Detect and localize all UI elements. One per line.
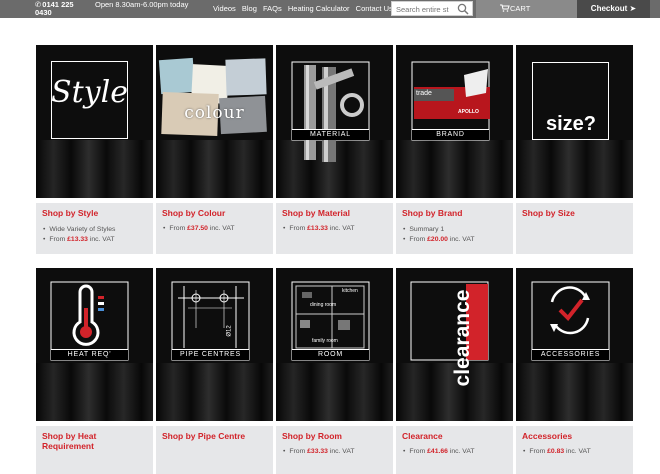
pipe-label: PIPE CENTRES	[180, 351, 241, 358]
pipe-dim-text: Ø12	[226, 325, 233, 337]
category-details: From £0.83 inc. VAT	[523, 447, 631, 457]
search-box	[391, 1, 473, 16]
accessories-label-bar: ACCESSORIES	[532, 349, 609, 360]
category-details: From £13.33 inc. VAT	[283, 224, 391, 234]
category-image-accessories[interactable]: ACCESSORIES	[516, 268, 633, 421]
phone-number[interactable]: ✆0141 225 0430	[35, 1, 83, 17]
category-info: Clearance From £41.66 inc. VAT	[396, 426, 513, 474]
category-info: Shop by Brand Summary 1 From £20.00 inc.…	[396, 203, 513, 254]
accessories-label: ACCESSORIES	[540, 351, 601, 358]
category-details: From £33.33 inc. VAT	[283, 447, 391, 457]
category-details: From £41.66 inc. VAT	[403, 447, 511, 457]
category-image-clearance[interactable]: clearance	[396, 268, 513, 421]
category-details: From £37.50 inc. VAT	[163, 224, 271, 234]
nav-videos[interactable]: Videos	[213, 4, 236, 13]
category-image-style[interactable]: Style	[36, 45, 153, 198]
search-input[interactable]	[396, 4, 458, 14]
category-info: Shop by Style Wide Variety of Styles Fro…	[36, 203, 153, 254]
category-image-room[interactable]: kitchen dining room family room ROOM	[276, 268, 393, 421]
category-link[interactable]: Shop by Heat Requirement	[42, 431, 150, 451]
brand-logos-image	[411, 61, 490, 141]
category-link[interactable]: Accessories	[522, 431, 630, 441]
style-script-text: Style	[51, 75, 128, 110]
category-link[interactable]: Clearance	[402, 431, 510, 441]
clearance-text: clearance	[451, 289, 474, 387]
category-info: Shop by Room From £33.33 inc. VAT	[276, 426, 393, 474]
checkout-label: Checkout	[590, 4, 628, 13]
category-link[interactable]: Shop by Size	[522, 208, 630, 218]
category-image-heat[interactable]: HEAT REQ'	[36, 268, 153, 421]
category-link[interactable]: Shop by Material	[282, 208, 390, 218]
search-icon[interactable]	[457, 3, 469, 15]
category-link[interactable]: Shop by Pipe Centre	[162, 431, 270, 441]
floorplan-icon	[291, 281, 370, 361]
category-info: Shop by Heat Requirement	[36, 426, 153, 474]
nav-heating-calculator[interactable]: Heating Calculator	[288, 4, 350, 13]
category-link[interactable]: Shop by Style	[42, 208, 150, 218]
detail-price: From £33.33 inc. VAT	[283, 447, 391, 457]
brand-label: BRAND	[436, 131, 465, 138]
detail-price: From £0.83 inc. VAT	[523, 447, 631, 457]
cart-icon	[500, 4, 510, 12]
opening-hours: Open 8.30am-6.00pm today	[95, 0, 189, 9]
category-info: Shop by Size	[516, 203, 633, 254]
nav-faqs[interactable]: FAQs	[263, 4, 282, 13]
category-image-material[interactable]: MATERIAL	[276, 45, 393, 198]
top-bar: ✆0141 225 0430 Open 8.30am-6.00pm today …	[0, 0, 660, 18]
category-info: Shop by Pipe Centre	[156, 426, 273, 474]
category-details: Wide Variety of Styles From £13.33 inc. …	[43, 225, 151, 244]
detail-price: From £13.33 inc. VAT	[43, 235, 151, 245]
room-label: ROOM	[318, 351, 343, 358]
cart-button[interactable]: CART	[476, 0, 577, 18]
nav-contact-us[interactable]: Contact Us	[356, 4, 393, 13]
brand-apollo-text: APOLLO	[458, 109, 479, 115]
category-info: Shop by Colour From £37.50 inc. VAT	[156, 203, 273, 254]
category-image-pipe[interactable]: Ø12 PIPE CENTRES	[156, 268, 273, 421]
detail-price: From £37.50 inc. VAT	[163, 224, 271, 234]
detail-price: From £41.66 inc. VAT	[403, 447, 511, 457]
nav-blog[interactable]: Blog	[242, 4, 257, 13]
room-family-text: family room	[312, 338, 338, 344]
detail-price: From £13.33 inc. VAT	[283, 224, 391, 234]
cart-label: CART	[510, 4, 531, 13]
brand-label-bar: BRAND	[412, 129, 489, 140]
category-details: Summary 1 From £20.00 inc. VAT	[403, 225, 511, 244]
pipe-label-bar: PIPE CENTRES	[172, 349, 249, 360]
heat-label: HEAT REQ'	[67, 351, 112, 358]
pipe-diagram-icon	[171, 281, 250, 361]
category-info: Accessories From £0.83 inc. VAT	[516, 426, 633, 474]
material-label: MATERIAL	[310, 131, 351, 138]
check-cycle-icon	[531, 281, 610, 361]
detail-summary: Summary 1	[403, 225, 511, 235]
top-nav: Videos Blog FAQs Heating Calculator Cont…	[213, 4, 397, 13]
material-label-bar: MATERIAL	[292, 129, 369, 140]
size-question-text: size?	[546, 113, 597, 135]
category-link[interactable]: Shop by Colour	[162, 208, 270, 218]
material-pipes-icon	[291, 61, 370, 162]
room-dining-text: dining room	[310, 302, 337, 308]
heat-label-bar: HEAT REQ'	[51, 349, 128, 360]
detail-price: From £20.00 inc. VAT	[403, 235, 511, 245]
arrow-circle-icon: ➤	[629, 4, 637, 13]
colour-text: colour	[184, 103, 245, 123]
category-link[interactable]: Shop by Room	[282, 431, 390, 441]
brand-trade-text: trade	[416, 90, 432, 97]
category-image-size[interactable]: size?	[516, 45, 633, 198]
category-info: Shop by Material From £13.33 inc. VAT	[276, 203, 393, 254]
detail-summary: Wide Variety of Styles	[43, 225, 151, 235]
category-image-brand[interactable]: trade APOLLO BRAND	[396, 45, 513, 198]
category-link[interactable]: Shop by Brand	[402, 208, 510, 218]
category-image-colour[interactable]: colour	[156, 45, 273, 198]
thermometer-icon	[50, 281, 129, 361]
room-kitchen-text: kitchen	[342, 288, 358, 294]
checkout-button[interactable]: Checkout ➤	[577, 0, 650, 18]
room-label-bar: ROOM	[292, 349, 369, 360]
